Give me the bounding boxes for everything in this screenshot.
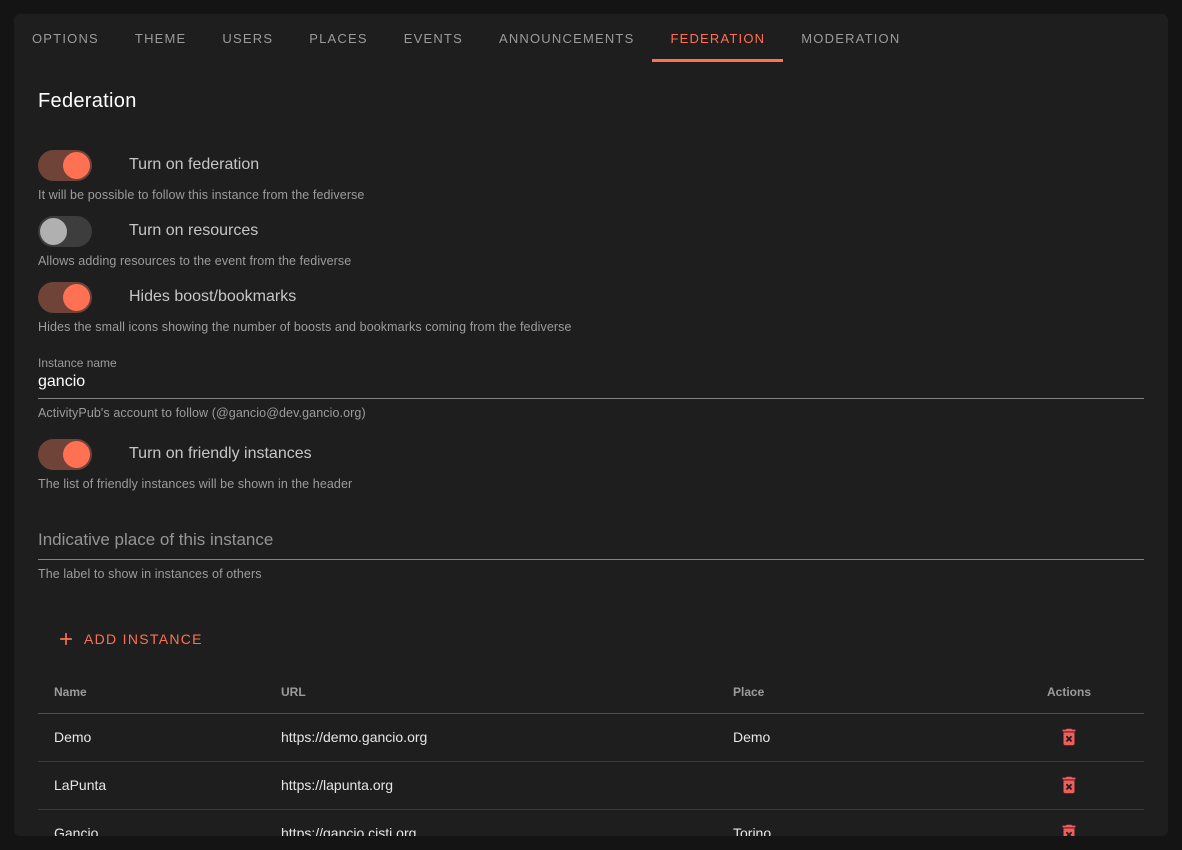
table-row: Ganciohttps://gancio.cisti.orgTorino <box>38 809 1144 836</box>
admin-tabs: OPTIONSTHEMEUSERSPLACESEVENTSANNOUNCEMEN… <box>14 14 1168 62</box>
toggle-thumb <box>40 218 67 245</box>
tab-moderation[interactable]: MODERATION <box>783 14 918 62</box>
resources-toggle[interactable] <box>38 216 92 247</box>
cell-actions <box>994 713 1144 761</box>
cell-name: Demo <box>38 713 265 761</box>
setting-turn-on-federation: Turn on federation It will be possible t… <box>38 149 1144 202</box>
header-actions: Actions <box>994 671 1144 713</box>
delete-instance-button[interactable] <box>1054 818 1084 836</box>
cell-place: Demo <box>717 713 994 761</box>
cell-name: LaPunta <box>38 761 265 809</box>
page-title: Federation <box>38 90 1144 113</box>
hide-boost-toggle-hint: Hides the small icons showing the number… <box>38 320 1144 334</box>
admin-panel-card: OPTIONSTHEMEUSERSPLACESEVENTSANNOUNCEMEN… <box>14 14 1168 836</box>
add-instance-button[interactable]: ADD INSTANCE <box>48 623 211 655</box>
cell-url: https://lapunta.org <box>265 761 717 809</box>
tab-announcements[interactable]: ANNOUNCEMENTS <box>481 14 653 62</box>
toggle-thumb <box>63 441 90 468</box>
cell-place <box>717 761 994 809</box>
tab-events[interactable]: EVENTS <box>386 14 481 62</box>
cell-actions <box>994 809 1144 836</box>
trash-x-icon <box>1058 774 1080 796</box>
instance-place-field-group: The label to show in instances of others <box>38 527 1144 581</box>
header-name: Name <box>38 671 265 713</box>
federation-toggle-hint: It will be possible to follow this insta… <box>38 188 1144 202</box>
resources-toggle-label: Turn on resources <box>129 222 258 240</box>
tab-federation[interactable]: FEDERATION <box>652 14 783 62</box>
table-row: Demohttps://demo.gancio.orgDemo <box>38 713 1144 761</box>
tab-users[interactable]: USERS <box>204 14 291 62</box>
setting-turn-on-resources: Turn on resources Allows adding resource… <box>38 215 1144 268</box>
add-instance-label: ADD INSTANCE <box>84 631 203 647</box>
federation-toggle-label: Turn on federation <box>129 156 259 174</box>
toggle-thumb <box>63 152 90 179</box>
trash-x-icon <box>1058 726 1080 748</box>
tab-places[interactable]: PLACES <box>291 14 386 62</box>
instance-name-label: Instance name <box>38 356 1144 370</box>
hide-boost-toggle[interactable] <box>38 282 92 313</box>
federation-toggle[interactable] <box>38 150 92 181</box>
table-row: LaPuntahttps://lapunta.org <box>38 761 1144 809</box>
cell-url: https://gancio.cisti.org <box>265 809 717 836</box>
setting-hides-boost-bookmarks: Hides boost/bookmarks Hides the small ic… <box>38 281 1144 334</box>
plus-icon <box>56 629 76 649</box>
friendly-instances-table: Name URL Place Actions Demohttps://demo.… <box>38 671 1144 836</box>
resources-toggle-hint: Allows adding resources to the event fro… <box>38 254 1144 268</box>
instance-place-hint: The label to show in instances of others <box>38 567 1144 581</box>
delete-instance-button[interactable] <box>1054 770 1084 800</box>
cell-actions <box>994 761 1144 809</box>
instance-name-hint: ActivityPub's account to follow (@gancio… <box>38 406 1144 420</box>
friendly-instances-toggle-hint: The list of friendly instances will be s… <box>38 477 1144 491</box>
tab-options[interactable]: OPTIONS <box>14 14 117 62</box>
trash-x-icon <box>1058 822 1080 836</box>
toggle-thumb <box>63 284 90 311</box>
friendly-instances-toggle[interactable] <box>38 439 92 470</box>
tab-theme[interactable]: THEME <box>117 14 205 62</box>
cell-name: Gancio <box>38 809 265 836</box>
header-url: URL <box>265 671 717 713</box>
hide-boost-toggle-label: Hides boost/bookmarks <box>129 288 296 306</box>
table-header-row: Name URL Place Actions <box>38 671 1144 713</box>
cell-place: Torino <box>717 809 994 836</box>
cell-url: https://demo.gancio.org <box>265 713 717 761</box>
federation-settings: Federation Turn on federation It will be… <box>14 62 1168 836</box>
instance-name-field-group: Instance name ActivityPub's account to f… <box>38 356 1144 420</box>
setting-friendly-instances: Turn on friendly instances The list of f… <box>38 438 1144 491</box>
header-place: Place <box>717 671 994 713</box>
delete-instance-button[interactable] <box>1054 722 1084 752</box>
instance-place-input[interactable] <box>38 527 1144 560</box>
friendly-instances-toggle-label: Turn on friendly instances <box>129 445 312 463</box>
instance-name-input[interactable] <box>38 370 1144 399</box>
